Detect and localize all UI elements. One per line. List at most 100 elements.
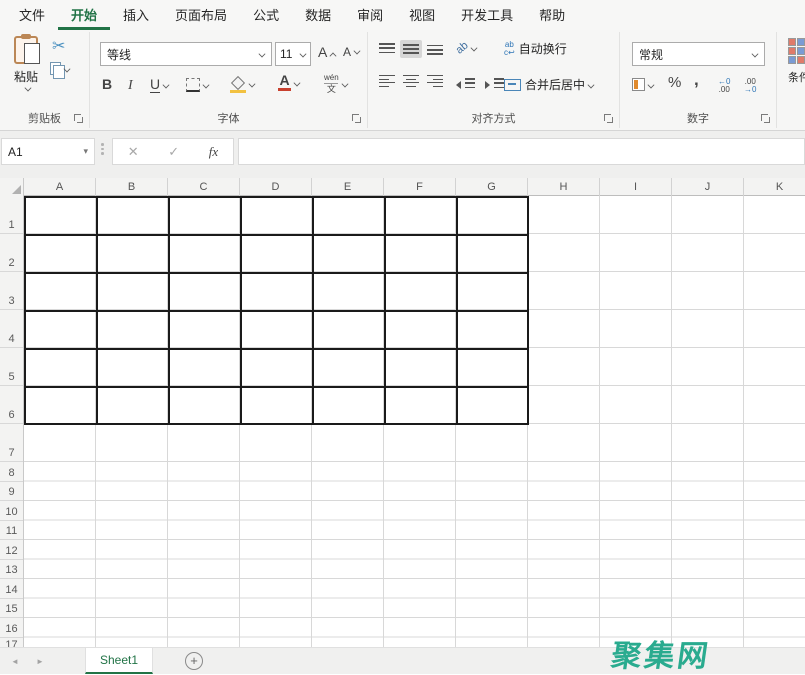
tab-insert[interactable]: 插入 <box>110 3 162 30</box>
merge-center-button[interactable]: 合并后居中 <box>504 76 594 93</box>
tab-help[interactable]: 帮助 <box>526 3 578 30</box>
row-header[interactable]: 3 <box>0 272 23 310</box>
conditional-formatting-button[interactable]: 条件 <box>788 38 805 85</box>
row-header[interactable]: 7 <box>0 424 23 462</box>
font-name-combo[interactable]: 等线 <box>100 42 272 66</box>
row-header[interactable]: 15 <box>0 599 23 619</box>
decrease-decimal-arrow: →0 <box>744 86 756 94</box>
name-box-dropdown-icon[interactable]: ▾ <box>83 146 88 157</box>
cell-area[interactable] <box>24 196 805 647</box>
row-header[interactable]: 1 <box>0 196 23 234</box>
sheet-nav-left-icon[interactable]: ◄ <box>0 657 30 666</box>
row-header[interactable]: 4 <box>0 310 23 348</box>
tab-formulas[interactable]: 公式 <box>240 3 292 30</box>
number-format-combo[interactable]: 常规 <box>632 42 765 66</box>
align-right-button[interactable] <box>424 72 446 90</box>
cut-button[interactable]: ✂ <box>52 38 65 56</box>
column-header[interactable]: C <box>168 178 240 196</box>
column-header[interactable]: I <box>600 178 672 196</box>
merge-center-label: 合并后居中 <box>525 76 585 93</box>
format-painter-button[interactable] <box>50 86 56 104</box>
wrap-text-icon: ab c↩ <box>504 41 515 57</box>
font-size-combo[interactable]: 11 <box>275 42 311 66</box>
row-header[interactable]: 2 <box>0 234 23 272</box>
row-header[interactable]: 16 <box>0 618 23 638</box>
accounting-format-button[interactable] <box>632 78 654 91</box>
tab-view[interactable]: 视图 <box>396 3 448 30</box>
tab-data[interactable]: 数据 <box>292 3 344 30</box>
row-header[interactable]: 6 <box>0 386 23 424</box>
conditional-formatting-icon <box>788 38 805 64</box>
tab-review[interactable]: 审阅 <box>344 3 396 30</box>
alignment-dialog-launcher-icon[interactable] <box>604 114 614 124</box>
phonetic-guide-button[interactable]: wén 文 <box>324 74 348 93</box>
column-header[interactable]: D <box>240 178 312 196</box>
chevron-down-icon <box>588 81 595 88</box>
formula-bar-handle[interactable] <box>101 143 104 155</box>
row-header[interactable]: 10 <box>0 501 23 521</box>
comma-style-button[interactable]: , <box>694 70 699 90</box>
shrink-font-button[interactable]: A <box>343 45 360 59</box>
select-all-corner[interactable] <box>0 178 24 196</box>
bordered-table-a1-g6[interactable] <box>24 196 529 425</box>
align-middle-button[interactable] <box>400 40 422 58</box>
decrease-indent-icon <box>456 81 461 89</box>
chevron-down-icon <box>64 65 71 72</box>
number-dialog-launcher-icon[interactable] <box>761 114 771 124</box>
formula-buttons-panel: ✕ ✓ fx <box>112 138 234 165</box>
wrap-text-button[interactable]: ab c↩ 自动换行 <box>504 40 567 57</box>
decrease-decimal-button[interactable]: .00 →0 <box>744 78 756 94</box>
tab-page-layout[interactable]: 页面布局 <box>162 3 240 30</box>
column-header[interactable]: J <box>672 178 744 196</box>
tab-home[interactable]: 开始 <box>58 3 110 30</box>
decrease-indent-button[interactable] <box>456 76 477 94</box>
row-header[interactable]: 9 <box>0 482 23 502</box>
column-header[interactable]: G <box>456 178 528 196</box>
row-header[interactable]: 12 <box>0 540 23 560</box>
column-header[interactable]: F <box>384 178 456 196</box>
align-bottom-button[interactable] <box>424 40 446 58</box>
font-dialog-launcher-icon[interactable] <box>352 114 362 124</box>
align-center-button[interactable] <box>400 72 422 90</box>
clipboard-dialog-launcher-icon[interactable] <box>74 114 84 124</box>
column-header[interactable]: K <box>744 178 805 196</box>
row-header[interactable]: 13 <box>0 560 23 580</box>
percent-icon: % <box>668 74 681 91</box>
enter-icon[interactable]: ✓ <box>168 144 179 160</box>
new-sheet-button[interactable]: + <box>185 652 203 670</box>
paste-button[interactable]: 粘贴 <box>6 36 46 110</box>
orientation-button[interactable]: ab <box>456 42 477 54</box>
column-header[interactable]: B <box>96 178 168 196</box>
row-header[interactable]: 11 <box>0 521 23 541</box>
row-header[interactable]: 17 <box>0 638 23 648</box>
column-header[interactable]: E <box>312 178 384 196</box>
copy-button[interactable] <box>50 62 70 75</box>
percent-style-button[interactable]: % <box>668 74 681 91</box>
font-color-button[interactable]: A <box>278 74 300 91</box>
underline-button[interactable]: U <box>150 76 169 93</box>
italic-button[interactable]: I <box>128 76 133 94</box>
tab-file[interactable]: 文件 <box>6 3 58 30</box>
sheet-nav-right-icon[interactable]: ► <box>30 657 50 666</box>
increase-indent-button[interactable] <box>485 76 506 94</box>
name-box[interactable]: A1 ▾ <box>1 138 95 165</box>
grow-font-button[interactable]: A <box>318 44 336 60</box>
column-header[interactable]: A <box>24 178 96 196</box>
bold-button[interactable]: B <box>102 76 112 94</box>
conditional-formatting-label: 条件 <box>788 69 805 85</box>
borders-button[interactable] <box>186 78 209 92</box>
row-header[interactable]: 5 <box>0 348 23 386</box>
align-top-button[interactable] <box>376 40 398 58</box>
font-name-value: 等线 <box>107 46 131 63</box>
tab-developer[interactable]: 开发工具 <box>448 3 526 30</box>
cancel-icon[interactable]: ✕ <box>128 144 139 160</box>
insert-function-icon[interactable]: fx <box>209 144 218 160</box>
row-header[interactable]: 14 <box>0 579 23 599</box>
align-left-button[interactable] <box>376 72 398 90</box>
row-header[interactable]: 8 <box>0 462 23 482</box>
formula-input[interactable] <box>238 138 805 165</box>
sheet-tab-sheet1[interactable]: Sheet1 <box>85 648 153 674</box>
fill-color-button[interactable] <box>230 78 255 90</box>
column-header[interactable]: H <box>528 178 600 196</box>
increase-decimal-button[interactable]: ←0 .00 <box>718 78 730 94</box>
